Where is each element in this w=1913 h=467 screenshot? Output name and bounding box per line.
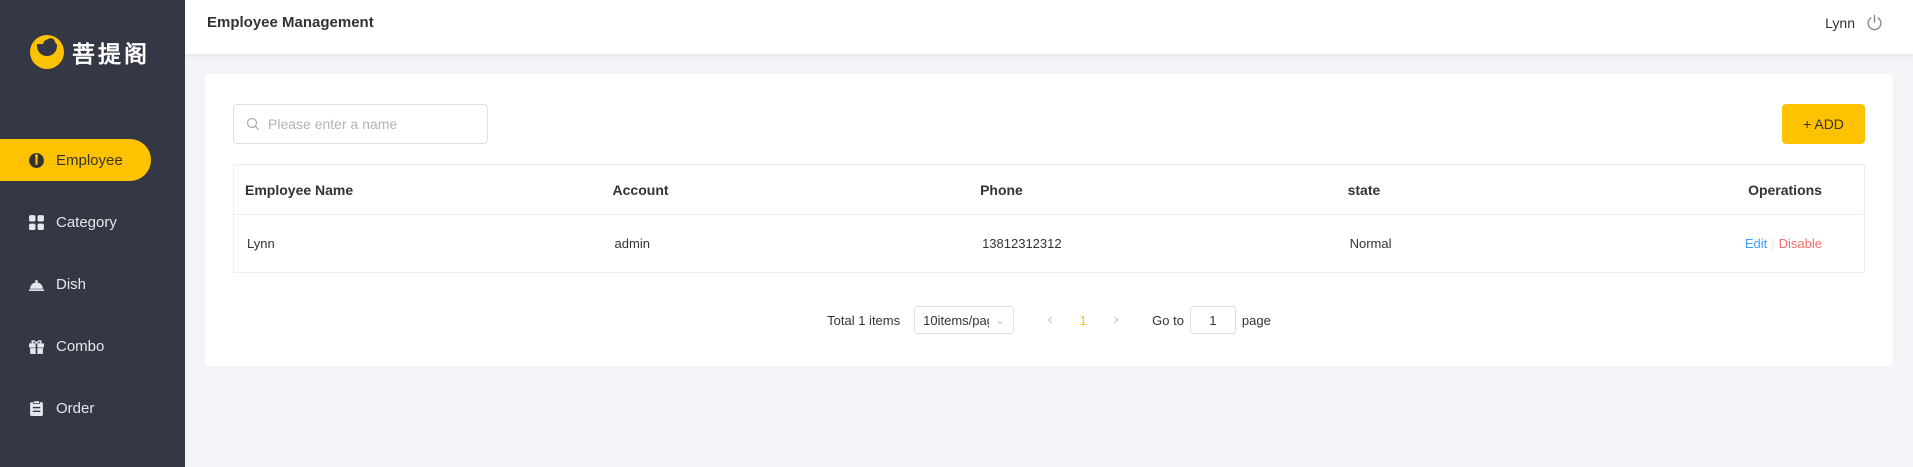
sidebar-item-label: Dish — [56, 275, 87, 293]
prev-page-button[interactable]: ‹ — [1036, 311, 1064, 329]
pagination: Total 1 items 10items/page ⌄ ‹ 1 › Go to… — [205, 306, 1893, 334]
column-header-phone: Phone — [980, 181, 1023, 198]
sidebar-nav: Employee Category Dish Combo Order — [0, 139, 185, 449]
column-header-name: Employee Name — [245, 181, 354, 198]
sidebar-item-order[interactable]: Order — [0, 387, 185, 429]
page-title: Employee Management — [207, 14, 374, 31]
edit-link[interactable]: Edit — [1745, 236, 1767, 251]
employee-card: + ADD Employee Name Account Phone state … — [205, 74, 1893, 366]
pagination-total: Total 1 items — [827, 312, 901, 328]
top-header: Employee Management Lynn — [185, 0, 1913, 54]
sidebar-item-dish[interactable]: Dish — [0, 263, 185, 305]
page-size-select[interactable]: 10items/page ⌄ — [914, 306, 1015, 334]
dish-icon — [28, 276, 45, 293]
logo-icon — [30, 35, 64, 69]
sidebar-item-label: Order — [56, 399, 95, 417]
sidebar-item-label: Combo — [56, 337, 105, 355]
column-header-account: Account — [612, 181, 669, 198]
sidebar-item-label: Category — [56, 213, 117, 231]
search-input[interactable] — [268, 116, 478, 132]
cell-employee-name: Lynn — [247, 236, 275, 251]
cell-state: Normal — [1349, 236, 1392, 251]
chevron-down-icon: ⌄ — [995, 313, 1006, 327]
cell-operations: Edit | Disable — [1704, 236, 1864, 251]
user-name[interactable]: Lynn — [1825, 15, 1855, 31]
table-row: Lynn admin 13812312312 Normal Edit | Disab… — [234, 215, 1864, 272]
cell-phone: 13812312312 — [982, 236, 1062, 251]
link-separator: | — [1771, 236, 1775, 251]
search-icon — [246, 117, 260, 131]
order-icon — [28, 399, 45, 417]
sidebar-item-combo[interactable]: Combo — [0, 325, 185, 367]
sidebar-item-employee[interactable]: Employee — [0, 139, 151, 181]
next-page-button[interactable]: › — [1102, 311, 1130, 329]
combo-icon — [28, 338, 45, 355]
category-icon — [28, 214, 45, 231]
page-number-current[interactable]: 1 — [1064, 313, 1102, 328]
logo: 菩提阁 — [30, 34, 150, 70]
page-label: page — [1241, 312, 1271, 328]
add-employee-button[interactable]: + ADD — [1782, 104, 1865, 144]
cell-account: admin — [614, 236, 650, 251]
power-icon[interactable] — [1866, 14, 1883, 31]
goto-label: Go to — [1152, 312, 1184, 328]
page-size-value: 10items/page — [923, 312, 989, 328]
column-header-operations: Operations — [1748, 181, 1822, 198]
logo-text: 菩提阁 — [72, 42, 150, 68]
employee-icon — [28, 152, 45, 169]
employee-table: Employee Name Account Phone state Operat… — [233, 164, 1865, 273]
disable-link[interactable]: Disable — [1779, 236, 1822, 251]
sidebar: 菩提阁 Employee Category Dish Combo Order — [0, 0, 185, 467]
column-header-state: state — [1347, 181, 1381, 198]
goto-page-input[interactable] — [1189, 306, 1236, 334]
search-box[interactable] — [233, 104, 488, 144]
sidebar-item-category[interactable]: Category — [0, 201, 185, 243]
table-header: Employee Name Account Phone state Operat… — [234, 165, 1864, 215]
sidebar-item-label: Employee — [56, 151, 123, 169]
